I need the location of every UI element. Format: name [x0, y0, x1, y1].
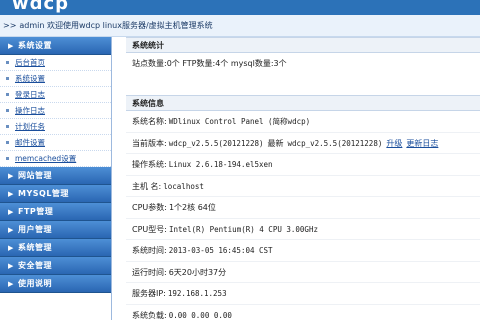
- menu-label: 系统设置: [18, 41, 52, 50]
- menu-ftp-management[interactable]: ▶ FTP管理: [0, 203, 111, 221]
- info-value: 1个2核 64位: [168, 203, 216, 212]
- bullet-icon: [6, 61, 9, 64]
- info-row-cpu-model: CPU型号: Intel(R) Pentium(R) 4 CPU 3.00GHz: [126, 219, 480, 240]
- info-row-uptime: 运行时间: 6天20小时37分: [126, 262, 480, 283]
- stats-title: 系统统计: [126, 37, 480, 53]
- info-value: Intel(R) Pentium(R) 4 CPU 3.00GHz: [168, 224, 318, 234]
- changelog-link[interactable]: 更新日志: [406, 133, 438, 155]
- sidebar-menu: ▶ 系统设置 后台首页 系统设置 登录日志 操作日志 计划任务 邮件设置 mem…: [0, 37, 112, 320]
- bullet-icon: [6, 109, 9, 112]
- stats-line: 站点数量:0个 FTP数量:4个 mysql数量:3个: [132, 59, 287, 68]
- info-value: wdcp_v2.5.5(20121228): [168, 138, 264, 148]
- sidebar-item-operation-log[interactable]: 操作日志: [0, 103, 111, 119]
- sidebar-item-scheduled-tasks[interactable]: 计划任务: [0, 119, 111, 135]
- info-value: 0.00 0.00 0.00: [168, 310, 232, 320]
- info-title: 系统信息: [126, 95, 480, 111]
- arrow-right-icon: ▶: [8, 244, 14, 252]
- arrow-right-icon: ▶: [8, 262, 14, 270]
- menu-system-settings[interactable]: ▶ 系统设置: [0, 37, 111, 55]
- menu-site-management[interactable]: ▶ 网站管理: [0, 167, 111, 185]
- bullet-icon: [6, 125, 9, 128]
- bullet-icon: [6, 157, 9, 160]
- welcome-text: admin 欢迎使用wdcp linux服务器/虚拟主机管理系统: [19, 21, 213, 30]
- info-value: WDlinux Control Panel (简称wdcp): [168, 117, 311, 126]
- info-label: 系统名称:: [132, 117, 167, 126]
- bullet-icon: [6, 77, 9, 80]
- menu-mysql-management[interactable]: ▶ MYSQL管理: [0, 185, 111, 203]
- sidebar-item-system-settings[interactable]: 系统设置: [0, 71, 111, 87]
- info-label: CPU型号:: [132, 224, 167, 234]
- arrow-right-icon: ▶: [8, 208, 14, 216]
- latest-label: 最新: [267, 138, 284, 148]
- info-label: 当前版本:: [132, 138, 167, 148]
- sidebar-item-mail-settings[interactable]: 邮件设置: [0, 135, 111, 151]
- welcome-arrows: >>: [3, 21, 17, 30]
- sidebar-item-memcached[interactable]: memcached设置: [0, 151, 111, 167]
- info-row-load: 系统负载: 0.00 0.00 0.00: [126, 305, 480, 320]
- info-value: 192.168.1.253: [167, 289, 227, 298]
- info-label: CPU参数:: [132, 203, 167, 212]
- info-row-system-name: 系统名称: WDlinux Control Panel (简称wdcp): [126, 111, 480, 133]
- arrow-right-icon: ▶: [8, 226, 14, 234]
- menu-system-management[interactable]: ▶ 系统管理: [0, 239, 111, 257]
- bullet-icon: [6, 93, 9, 96]
- info-row-hostname: 主机 名: localhost: [126, 176, 480, 197]
- top-banner: wdcp: [0, 0, 480, 15]
- menu-user-management[interactable]: ▶ 用户管理: [0, 221, 111, 239]
- info-row-os: 操作系统: Linux 2.6.18-194.el5xen: [126, 154, 480, 176]
- info-label: 系统负载:: [132, 310, 167, 320]
- info-value: localhost: [163, 181, 204, 191]
- info-label: 系统时间:: [132, 246, 167, 255]
- arrow-right-icon: ▶: [8, 190, 14, 198]
- info-row-cpu-params: CPU参数: 1个2核 64位: [126, 197, 480, 219]
- sidebar-item-admin-home[interactable]: 后台首页: [0, 55, 111, 71]
- info-label: 操作系统:: [132, 160, 167, 169]
- arrow-right-icon: ▶: [8, 172, 14, 180]
- menu-instructions[interactable]: ▶ 使用说明: [0, 275, 111, 293]
- arrow-right-icon: ▶: [8, 280, 14, 288]
- main-content: 系统统计 站点数量:0个 FTP数量:4个 mysql数量:3个 系统信息 系统…: [126, 37, 480, 320]
- menu-security-management[interactable]: ▶ 安全管理: [0, 257, 111, 275]
- info-value: 6天20小时37分: [168, 267, 227, 277]
- welcome-bar: >> admin 欢迎使用wdcp linux服务器/虚拟主机管理系统: [0, 15, 480, 37]
- upgrade-link[interactable]: 升级: [386, 133, 402, 155]
- latest-version: wdcp_v2.5.5(20121228): [287, 138, 383, 148]
- arrow-right-icon: ▶: [8, 42, 14, 50]
- info-row-system-time: 系统时间: 2013-03-05 16:45:04 CST: [126, 240, 480, 262]
- wdcp-logo: wdcp: [12, 0, 70, 14]
- submenu-system-settings: 后台首页 系统设置 登录日志 操作日志 计划任务 邮件设置 memcached设…: [0, 55, 111, 167]
- info-label: 运行时间:: [132, 267, 167, 277]
- info-label: 服务器IP:: [132, 289, 166, 298]
- info-row-version: 当前版本: wdcp_v2.5.5(20121228) 最新 wdcp_v2.5.5(…: [126, 133, 480, 155]
- info-value: Linux 2.6.18-194.el5xen: [168, 160, 273, 169]
- info-row-server-ip: 服务器IP: 192.168.1.253: [126, 283, 480, 305]
- sidebar-item-login-log[interactable]: 登录日志: [0, 87, 111, 103]
- info-value: 2013-03-05 16:45:04 CST: [168, 246, 273, 255]
- info-label: 主机 名:: [132, 181, 162, 191]
- bullet-icon: [6, 141, 9, 144]
